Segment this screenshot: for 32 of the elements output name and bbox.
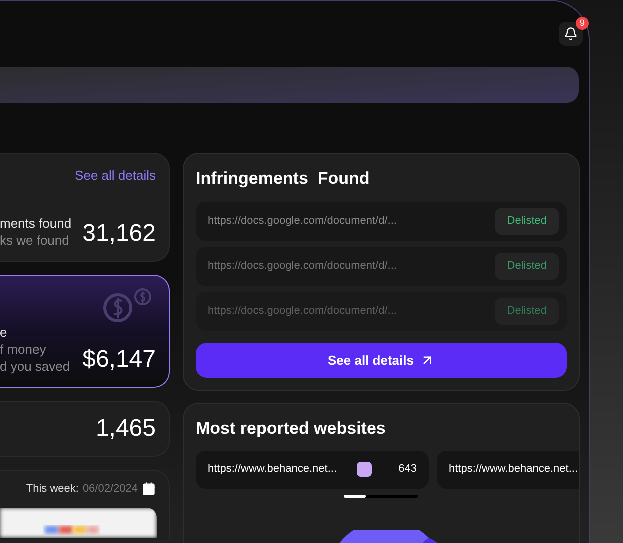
stat-value: $6,147	[82, 345, 156, 375]
week-date: 06/02/2024	[82, 482, 138, 497]
stat-description: f money	[0, 341, 48, 358]
stat-description: d you saved	[0, 358, 70, 375]
stat-value: 31,162	[82, 219, 156, 249]
website-url: https://www.behance.net...	[208, 462, 338, 478]
infringement-url: https://docs.google.com/document/d/...	[208, 304, 397, 320]
infringement-url: https://docs.google.com/document/d/...	[208, 214, 397, 230]
stat-description: ks we found	[0, 232, 70, 249]
bell-icon	[564, 27, 578, 41]
infringement-row[interactable]: https://docs.google.com/document/d/... Delisted	[196, 292, 567, 331]
stat-title: ments found	[0, 215, 72, 232]
status-label: Delisted	[495, 298, 559, 325]
website-item[interactable]: https://www.behance.net... 643	[196, 450, 429, 488]
infringement-row[interactable]: https://docs.google.com/document/d/... Delisted	[196, 247, 567, 286]
status-label: Delisted	[495, 253, 559, 280]
website-item[interactable]: https://www.behance.net...	[437, 450, 579, 488]
card-title: Most reported websites	[196, 418, 387, 440]
calendar-icon[interactable]	[142, 482, 156, 496]
website-url: https://www.behance.net...	[449, 462, 578, 478]
infringement-row[interactable]: https://docs.google.com/document/d/... Delisted	[196, 202, 567, 241]
coins-icon	[102, 288, 154, 324]
notification-count: 9	[576, 17, 589, 30]
status-label: Delisted	[495, 208, 559, 235]
card-title: Infringements Found	[196, 168, 371, 190]
report-count: 643	[398, 462, 417, 478]
stat-title: e	[0, 324, 8, 341]
infringement-url: https://docs.google.com/document/d/...	[208, 259, 397, 274]
see-all-details-link[interactable]: See all details	[75, 166, 156, 185]
stat-value: 1,465	[96, 414, 156, 444]
week-label: This week:	[26, 482, 79, 497]
see-all-details-button[interactable]: See all details	[196, 343, 567, 378]
